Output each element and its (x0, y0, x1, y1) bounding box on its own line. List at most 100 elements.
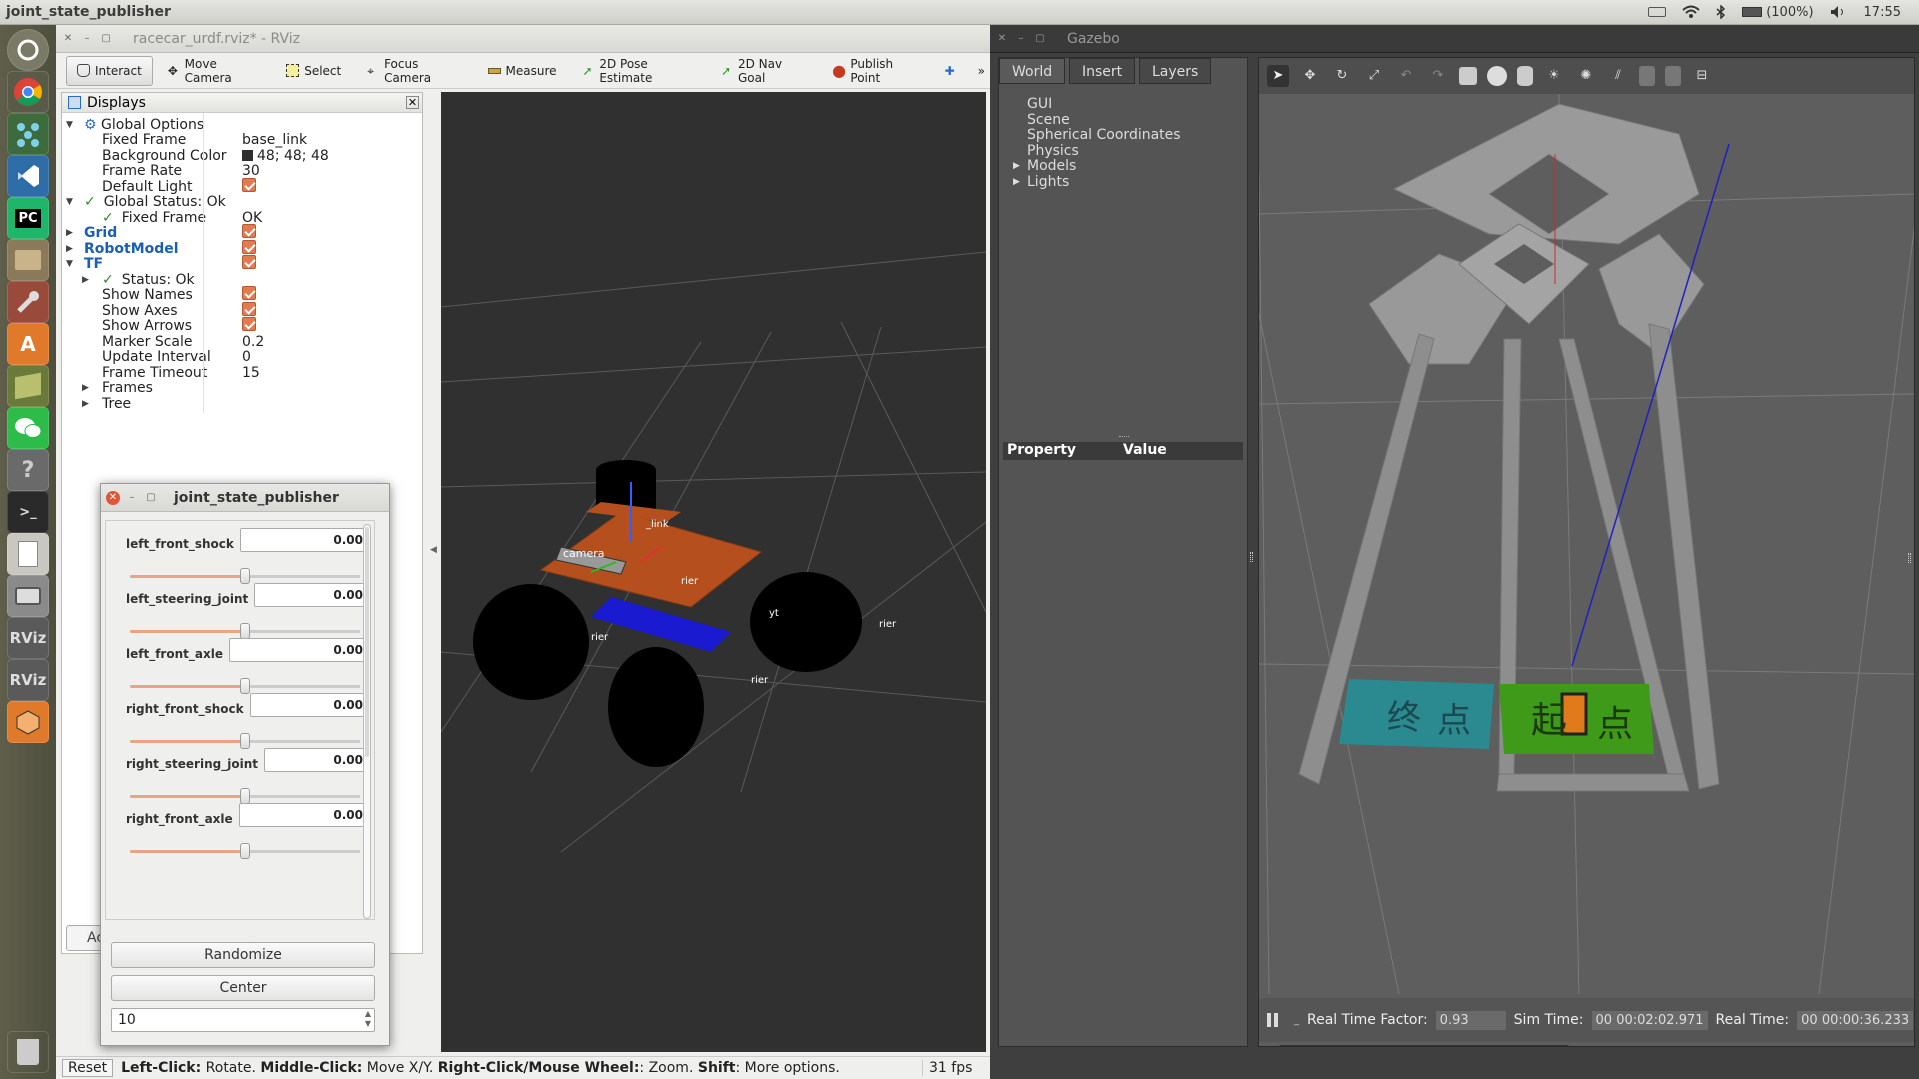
maximize-icon[interactable]: ▢ (1033, 32, 1047, 46)
collapse-left-handle[interactable] (1250, 552, 1253, 562)
scale-icon[interactable]: ⤢ (1363, 65, 1385, 87)
randomize-button[interactable]: Randomize (111, 942, 375, 968)
expand-down-icon[interactable]: ▼ (66, 197, 73, 207)
checkbox[interactable] (242, 286, 256, 300)
rviz-icon[interactable]: RViz (7, 617, 49, 659)
ubuntu-dash-icon[interactable] (7, 29, 49, 71)
interact-tool[interactable]: Interact (66, 55, 153, 86)
vscode-icon[interactable] (7, 155, 49, 197)
spot-light-icon[interactable]: ✺ (1575, 65, 1597, 87)
chrome-icon[interactable] (7, 71, 49, 113)
minimize-icon[interactable]: – (125, 491, 139, 505)
collapse-right-handle[interactable] (1908, 553, 1911, 563)
pycharm-icon[interactable]: PC (7, 197, 49, 239)
expand-down-icon[interactable]: ▼ (66, 259, 73, 269)
expand-right-icon[interactable]: ▶ (1013, 161, 1020, 171)
expand-right-icon[interactable]: ▶ (66, 228, 73, 238)
files-icon[interactable] (7, 239, 49, 281)
settings-icon[interactable] (7, 281, 49, 323)
step-icon[interactable]: _ (1294, 1015, 1299, 1026)
spin-arrows-icon[interactable]: ▲ ▼ (365, 1009, 371, 1029)
world-item[interactable]: GUI (1027, 96, 1052, 112)
count-spinbox[interactable]: 10 ▲ ▼ (111, 1008, 375, 1032)
world-item[interactable]: Scene (1027, 112, 1070, 128)
joint-value-field[interactable]: 0.00 (240, 528, 370, 552)
terminal-icon[interactable]: >_ (7, 491, 49, 533)
minimize-icon[interactable]: – (1014, 32, 1028, 46)
reset-button[interactable]: Reset (62, 1059, 114, 1077)
focus-camera-tool[interactable]: ⌖ Focus Camera (356, 56, 472, 86)
blender-icon[interactable] (7, 701, 49, 743)
software-center-icon[interactable]: A (7, 323, 49, 365)
tree-row[interactable]: ▶ Tree (62, 394, 422, 413)
point-light-icon[interactable]: ☀ (1543, 65, 1565, 87)
translate-icon[interactable]: ✥ (1299, 65, 1321, 87)
toolbar-overflow-button[interactable]: » (973, 56, 990, 86)
world-item[interactable]: ▶ Lights (1013, 174, 1069, 190)
select-arrow-icon[interactable]: ➤ (1267, 65, 1289, 87)
redo-icon[interactable]: ↷ (1427, 65, 1449, 87)
measure-tool[interactable]: Measure (477, 56, 568, 86)
rviz-icon[interactable]: RViz (7, 659, 49, 701)
joint-value-field[interactable]: 0.00 (239, 803, 370, 827)
camera-icon[interactable] (7, 575, 49, 617)
joint-value-field[interactable]: 0.00 (250, 693, 370, 717)
gazebo-hscrollbar[interactable] (1279, 1045, 1569, 1046)
select-tool[interactable]: Select (275, 56, 352, 86)
rviz-3d-viewport[interactable]: camera _link rier rier rier rier yt (441, 92, 986, 1052)
slider-handle[interactable] (240, 843, 250, 859)
notes-icon[interactable] (7, 365, 49, 407)
close-icon[interactable]: ✕ (61, 32, 75, 46)
checkbox[interactable] (242, 301, 256, 316)
joint-value-field[interactable]: 0.00 (229, 638, 370, 662)
sphere-icon[interactable] (1487, 66, 1507, 86)
minimize-icon[interactable]: – (80, 32, 94, 46)
help-icon[interactable]: ? (7, 449, 49, 491)
wifi-icon[interactable] (1682, 5, 1700, 19)
paste-icon[interactable] (1665, 66, 1681, 86)
expand-right-icon[interactable]: ▶ (82, 275, 89, 285)
pose-estimate-tool[interactable]: ➚ 2D Pose Estimate (572, 56, 707, 86)
battery-indicator[interactable]: (100%) (1742, 5, 1814, 20)
close-icon[interactable]: ✕ (406, 96, 419, 109)
close-icon[interactable]: ✕ (106, 490, 120, 505)
wechat-icon[interactable] (7, 407, 49, 449)
cylinder-icon[interactable] (1517, 66, 1533, 86)
copy-icon[interactable] (1639, 66, 1655, 86)
directional-light-icon[interactable]: ⫽ (1607, 65, 1629, 87)
expand-right-icon[interactable]: ▶ (66, 244, 73, 254)
clock[interactable]: 17:55 (1864, 5, 1901, 20)
world-item[interactable]: ▶ Models (1013, 158, 1076, 174)
undo-icon[interactable]: ↶ (1395, 65, 1417, 87)
gazebo-3d-viewport[interactable]: ➤ ✥ ↻ ⤢ ↶ ↷ ☀ ✺ ⫽ ⊟ 终 点 起 点 _ Real Time … (1258, 57, 1915, 1047)
pause-icon[interactable] (1267, 1013, 1278, 1027)
joint-value-field[interactable]: 0.00 (254, 583, 370, 607)
close-icon[interactable]: ✕ (995, 32, 1009, 46)
volume-icon[interactable] (1830, 5, 1848, 19)
align-icon[interactable]: ⊟ (1691, 65, 1713, 87)
collapse-left-handle[interactable]: ◀ (430, 545, 437, 555)
joint-value-field[interactable]: 0.00 (264, 748, 370, 772)
text-editor-icon[interactable] (7, 533, 49, 575)
tab-world[interactable]: World (999, 58, 1066, 84)
column-divider[interactable] (203, 113, 204, 413)
checkbox[interactable] (242, 177, 256, 192)
trash-icon[interactable] (7, 1031, 49, 1073)
add-tool-button[interactable]: ✚ (934, 56, 969, 86)
publish-point-tool[interactable]: ⬤ Publish Point (821, 56, 929, 86)
tab-insert[interactable]: Insert (1069, 58, 1136, 84)
tab-layers[interactable]: Layers (1139, 58, 1212, 84)
maximize-icon[interactable]: ▢ (99, 32, 113, 46)
expand-down-icon[interactable]: ▼ (66, 120, 73, 130)
nav-goal-tool[interactable]: ➚ 2D Nav Goal (710, 56, 817, 86)
move-camera-tool[interactable]: ✥ Move Camera (157, 56, 271, 86)
checkbox[interactable] (242, 224, 256, 238)
scrollbar-thumb[interactable] (365, 527, 369, 757)
robot-icon[interactable] (7, 113, 49, 155)
keyboard-icon[interactable] (1648, 7, 1667, 17)
box-icon[interactable] (1459, 67, 1477, 85)
expand-right-icon[interactable]: ▶ (82, 399, 89, 409)
expand-right-icon[interactable]: ▶ (1013, 177, 1020, 187)
rotate-icon[interactable]: ↻ (1331, 65, 1353, 87)
joint-list-scrollbar[interactable] (363, 524, 371, 919)
